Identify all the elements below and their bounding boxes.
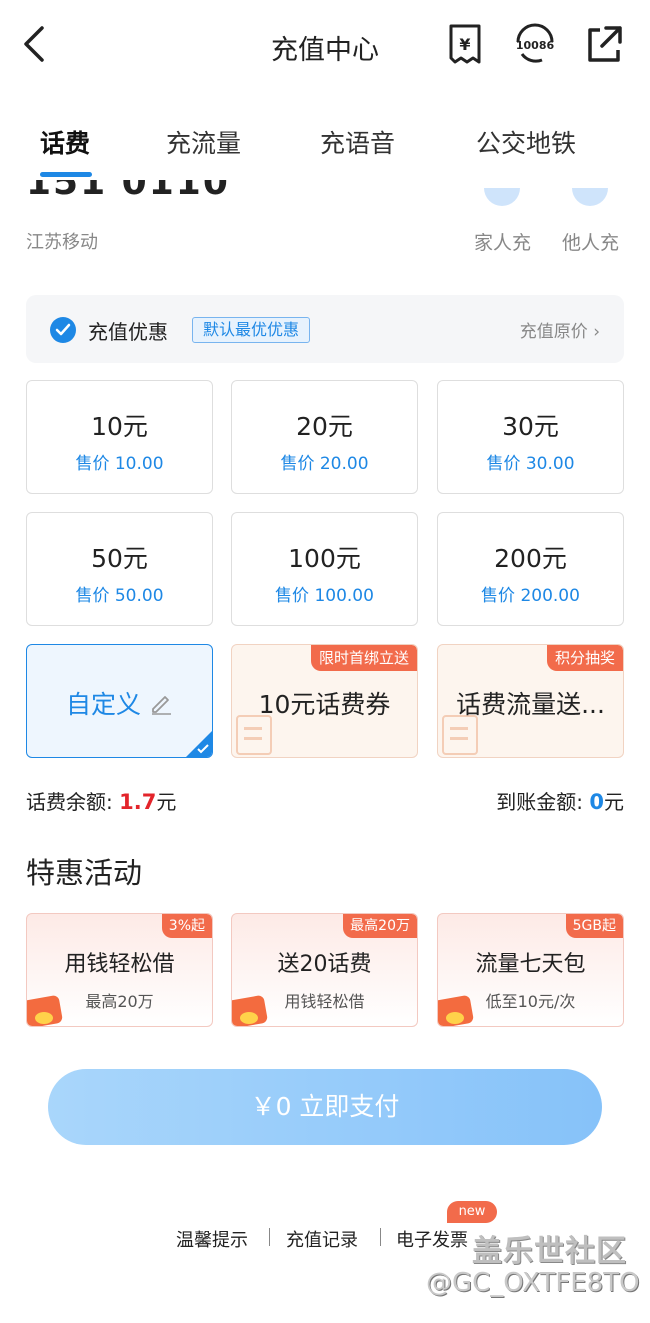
custom-amount-option[interactable]: 自定义: [26, 644, 213, 758]
header: 充值中心 ¥ 10086: [0, 0, 650, 90]
arrival-value: 0: [589, 790, 604, 814]
balance-value: 1.7: [119, 790, 157, 814]
new-badge: new: [447, 1201, 497, 1223]
amount-price: 售价 10.00: [75, 454, 164, 474]
amount-price: 售价 30.00: [486, 454, 575, 474]
amount-price: 售价 20.00: [280, 454, 369, 474]
promo-title: 送20话费: [277, 952, 372, 977]
custom-amount-row: 自定义: [27, 685, 212, 721]
family-recharge-button[interactable]: 家人充: [474, 228, 531, 255]
watermark-user: @GC_OXTFE8TO: [426, 1268, 640, 1298]
promo-card-bonus[interactable]: 最高20万 送20话费 用钱轻松借: [231, 913, 418, 1027]
promo-title: 流量七天包: [475, 952, 586, 977]
check-circle-icon[interactable]: [50, 317, 76, 343]
coin-icon: [35, 1012, 53, 1024]
discount-bar: 充值优惠 默认最优优惠 充值原价 ›: [26, 295, 624, 363]
best-discount-badge: 默认最优优惠: [192, 317, 311, 343]
amount-value: 100元: [288, 544, 361, 573]
yuan-receipt-icon[interactable]: ¥: [445, 22, 485, 66]
arrival-label: 到账金额:: [496, 790, 590, 814]
share-icon[interactable]: [584, 22, 624, 66]
tab-transit[interactable]: 公交地铁: [476, 124, 576, 160]
amount-value: 20元: [296, 412, 353, 441]
promo-tag: 3%起: [161, 914, 212, 938]
coupon-label: 10元话费券: [258, 690, 391, 719]
service-number: 10086: [516, 39, 555, 52]
watermark-community: 盖乐世社区: [472, 1234, 627, 1269]
family-recharge-icon: [484, 188, 520, 206]
coupon-tag: 积分抽奖: [546, 645, 623, 671]
amount-option-100[interactable]: 100元 售价 100.00: [231, 512, 418, 626]
discount-label: 充值优惠: [88, 320, 168, 344]
tab-bar: 话费 充流量 充语音 公交地铁: [0, 118, 650, 178]
tab-voice[interactable]: 充语音: [320, 124, 395, 160]
amount-option-200[interactable]: 200元 售价 200.00: [437, 512, 624, 626]
recharge-history-link[interactable]: 充值记录: [286, 1226, 358, 1252]
balance-label: 话费余额:: [26, 790, 120, 814]
coupon-label: 话费流量送...: [456, 690, 605, 719]
carrier-label: 江苏移动: [26, 232, 98, 253]
promo-card-loan[interactable]: 3%起 用钱轻松借 最高20万: [26, 913, 213, 1027]
promo-card-data-pack[interactable]: 5GB起 流量七天包 低至10元/次: [437, 913, 624, 1027]
custom-amount-label: 自定义: [66, 690, 142, 719]
amount-value: 30元: [502, 412, 559, 441]
amount-value: 50元: [91, 544, 148, 573]
amount-option-50[interactable]: 50元 售价 50.00: [26, 512, 213, 626]
tab-phone-bill[interactable]: 话费: [40, 124, 90, 160]
phone-number[interactable]: 151 0110 0170: [26, 180, 286, 208]
tab-active-indicator: [40, 172, 92, 177]
checkmark-icon: [197, 744, 209, 754]
pay-now-button[interactable]: ￥0 立即支付: [48, 1069, 602, 1145]
arrival-unit: 元: [604, 790, 624, 814]
amount-price: 售价 50.00: [75, 586, 164, 606]
original-price-link[interactable]: 充值原价 ›: [520, 317, 600, 342]
original-price-label: 充值原价: [519, 322, 588, 342]
amount-option-20[interactable]: 20元 售价 20.00: [231, 380, 418, 494]
amount-price: 售价 100.00: [275, 586, 374, 606]
amount-value: 10元: [91, 412, 148, 441]
coin-icon: [446, 1012, 464, 1024]
coupon-option-10yuan[interactable]: 限时首绑立送 10元话费券: [231, 644, 418, 758]
pencil-icon: [151, 696, 171, 715]
coupon-deco-icon: [236, 715, 272, 755]
coin-icon: [240, 1012, 258, 1024]
coupon-option-points[interactable]: 积分抽奖 话费流量送...: [437, 644, 624, 758]
customer-service-10086-icon[interactable]: 10086: [512, 22, 558, 66]
footer-divider: [269, 1228, 270, 1246]
balance-info: 话费余额: 1.7元: [26, 786, 176, 815]
coupon-deco-icon: [442, 715, 478, 755]
balance-unit: 元: [156, 790, 177, 814]
promo-tag: 5GB起: [565, 914, 623, 938]
amount-option-30[interactable]: 30元 售价 30.00: [437, 380, 624, 494]
promotions-title: 特惠活动: [26, 856, 143, 890]
other-recharge-icon: [572, 188, 608, 206]
coupon-tag: 限时首绑立送: [310, 645, 417, 671]
amount-price: 售价 200.00: [481, 586, 580, 606]
tips-link[interactable]: 温馨提示: [176, 1226, 248, 1252]
promo-title: 用钱轻松借: [64, 952, 175, 977]
footer-divider: [380, 1228, 381, 1246]
e-invoice-link[interactable]: 电子发票: [396, 1226, 468, 1252]
arrival-info: 到账金额: 0元: [496, 786, 624, 815]
promo-tag: 最高20万: [343, 914, 417, 938]
tab-data[interactable]: 充流量: [166, 124, 241, 160]
svg-text:¥: ¥: [459, 35, 470, 54]
amount-value: 200元: [494, 544, 567, 573]
chevron-right-icon: ›: [593, 322, 600, 342]
other-recharge-button[interactable]: 他人充: [562, 228, 619, 255]
amount-option-10[interactable]: 10元 售价 10.00: [26, 380, 213, 494]
